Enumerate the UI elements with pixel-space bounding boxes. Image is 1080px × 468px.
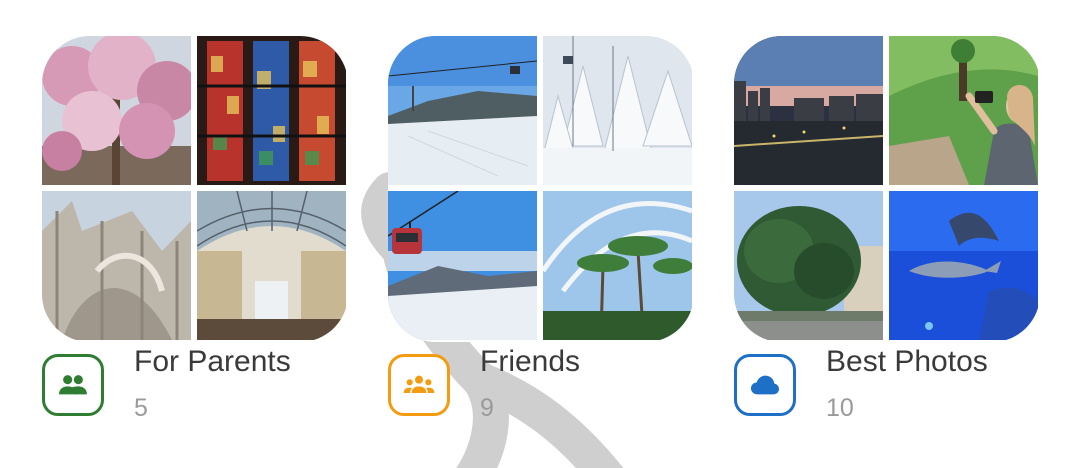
- album-title: Friends: [480, 345, 581, 378]
- album-friends[interactable]: Friends 9: [388, 36, 694, 422]
- photo-thumbnail-aquarium: [889, 191, 1038, 340]
- group-icon: [403, 375, 435, 393]
- album-title: For Parents: [134, 345, 291, 378]
- album-cover-grid: [388, 36, 694, 342]
- album-title: Best Photos: [826, 345, 988, 378]
- photo-thumbnail-cathedral: [42, 191, 191, 340]
- photo-thumbnail-glass-dome: [197, 191, 346, 340]
- album-best-photos[interactable]: Best Photos 10: [734, 36, 1040, 422]
- album-type-badge: [388, 354, 450, 416]
- photo-thumbnail-stained-glass: [197, 36, 346, 185]
- photo-thumbnail-large-tree: [734, 191, 883, 340]
- album-type-badge: [734, 354, 796, 416]
- album-item-count: 9: [480, 394, 494, 422]
- cloud-icon: [751, 375, 779, 395]
- people-icon: [59, 375, 87, 395]
- album-for-parents[interactable]: For Parents 5: [42, 36, 348, 422]
- album-cover-grid: [42, 36, 348, 342]
- photo-thumbnail-palm-trees: [543, 191, 692, 340]
- photo-thumbnail-cable-car: [388, 191, 537, 340]
- album-item-count: 5: [134, 394, 148, 422]
- photo-thumbnail-snowy-trees: [543, 36, 692, 185]
- photo-thumbnail-magnolia: [42, 36, 191, 185]
- album-item-count: 10: [826, 394, 854, 422]
- photo-thumbnail-ski-slope: [388, 36, 537, 185]
- album-type-badge: [42, 354, 104, 416]
- album-cover-grid: [734, 36, 1040, 342]
- photo-thumbnail-city-dusk: [734, 36, 883, 185]
- photo-thumbnail-woman-photographing: [889, 36, 1038, 185]
